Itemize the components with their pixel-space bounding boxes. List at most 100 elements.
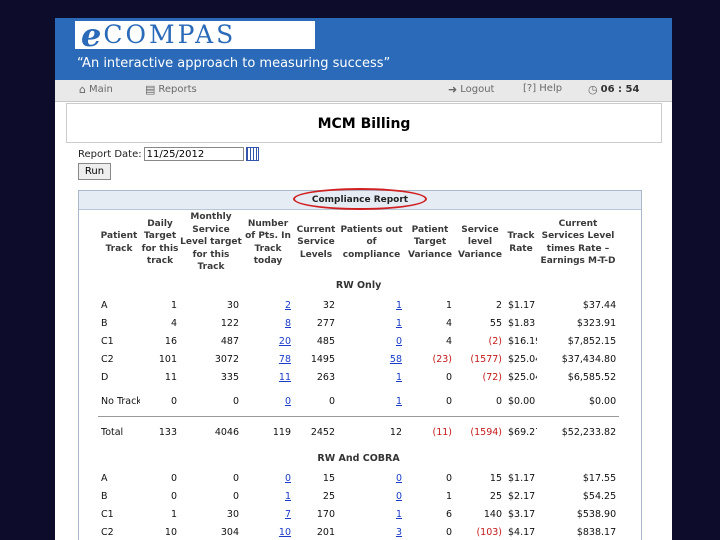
table-cell: 487	[220, 335, 239, 347]
table-row: C1 1 30 7 170 1 6 140 $3.17 $538.90	[98, 505, 619, 523]
table-cell[interactable]: 2	[242, 296, 294, 314]
col-header: Service level Variance	[458, 224, 502, 260]
table-cell: 0	[328, 395, 335, 407]
table-cell: (1577)	[470, 353, 502, 365]
table-cell: 0	[495, 395, 502, 407]
table-cell[interactable]: 7	[242, 505, 294, 523]
table-cell: 0	[445, 472, 452, 484]
table-cell: $2.17	[508, 490, 536, 502]
table-cell: 2452	[294, 416, 338, 447]
table-row: A 1 30 2 32 1 1 2 $1.17 $37.44	[98, 296, 619, 314]
table-cell: $16.19	[508, 335, 537, 347]
table-cell: 30	[226, 299, 239, 311]
table-cell[interactable]: 0	[242, 386, 294, 417]
table-cell: 277	[316, 317, 335, 329]
table-cell: 0	[232, 472, 239, 484]
table-cell: 1	[445, 490, 452, 502]
table-cell: No Track	[101, 395, 140, 407]
table-cell[interactable]: 58	[338, 350, 405, 368]
table-cell: 0	[445, 526, 452, 538]
table-cell[interactable]: 0	[338, 332, 405, 350]
total-row: Total1334046119245212(11)(1594)$69.27$52…	[98, 416, 620, 447]
col-header: Current Services Level times Rate – Earn…	[540, 218, 616, 267]
nav-logout[interactable]: ➜ Logout	[448, 83, 494, 96]
table-row: A 0 0 0 15 0 0 15 $1.17 $17.55	[98, 469, 619, 487]
table-cell: 11	[164, 371, 177, 383]
nav-main[interactable]: ⌂ Main	[79, 83, 113, 96]
col-header: Monthly Service Level target for this Tr…	[180, 212, 242, 273]
timer-value: 06 : 54	[600, 84, 640, 95]
table-cell: 12	[338, 416, 405, 447]
table-cell: 119	[242, 416, 294, 447]
table-cell: 1	[445, 299, 452, 311]
table-cell: (11)	[405, 416, 455, 447]
column-headers: Patient Track Daily Target for this trac…	[98, 212, 619, 273]
table-cell[interactable]: 1	[338, 386, 405, 417]
nav-reports-label: Reports	[158, 84, 197, 95]
table-cell: 2	[495, 299, 502, 311]
table-cell: 0	[170, 490, 177, 502]
col-header: Current Service Levels	[296, 224, 336, 260]
table-cell: 32	[322, 299, 335, 311]
table-cell: 25	[489, 490, 502, 502]
table-cell: $52,233.82	[537, 416, 620, 447]
table-cell: C2	[101, 353, 114, 365]
table-cell: $4.17	[508, 526, 536, 538]
table-cell: 0	[232, 490, 239, 502]
logo-letter: e	[81, 18, 102, 54]
nav-reports[interactable]: ▤ Reports	[145, 83, 197, 96]
table-cell: C1	[101, 508, 114, 520]
table-cell: 170	[316, 508, 335, 520]
table-cell[interactable]: 1	[242, 487, 294, 505]
page-title: MCM Billing	[66, 103, 662, 143]
table-cell: $7,852.15	[567, 335, 617, 347]
table-cell: C2	[101, 526, 114, 538]
table-cell: $538.90	[576, 508, 617, 520]
table-cell: $838.17	[576, 526, 617, 538]
table-cell: D	[101, 371, 109, 383]
table-cell: 4	[445, 317, 452, 329]
document-icon: ▤	[145, 83, 156, 96]
table-cell: 16	[164, 335, 177, 347]
table-cell[interactable]: 0	[338, 469, 405, 487]
report-date-input[interactable]	[143, 147, 244, 161]
table-cell: 4046	[180, 416, 242, 447]
table-cell: $1.83	[508, 317, 536, 329]
table-cell[interactable]: 0	[338, 487, 405, 505]
table-cell: 1	[170, 508, 177, 520]
nav-logout-label: Logout	[460, 84, 495, 95]
table-cell: B	[101, 490, 108, 502]
table-cell[interactable]: 0	[242, 469, 294, 487]
tagline: “An interactive approach to measuring su…	[77, 56, 391, 71]
table-cell[interactable]: 1	[338, 296, 405, 314]
table-cell[interactable]: 10	[242, 523, 294, 540]
table-cell: (103)	[476, 526, 502, 538]
table-row: No Track 0 0 0 0 1 0 0 $0.00 $0.00	[98, 386, 619, 417]
table-cell: 0	[232, 395, 239, 407]
table-cell[interactable]: 8	[242, 314, 294, 332]
table-cell[interactable]: 1	[338, 505, 405, 523]
table-cell: 140	[483, 508, 502, 520]
calendar-icon[interactable]	[245, 147, 259, 161]
section-header-row: RW And COBRA	[98, 447, 619, 469]
table-cell: 0	[170, 472, 177, 484]
table-cell[interactable]: 78	[242, 350, 294, 368]
nav-main-label: Main	[88, 84, 113, 95]
table-cell: 1	[170, 299, 177, 311]
ecompas-logo: e COMPAS	[75, 18, 315, 54]
table-cell[interactable]: 20	[242, 332, 294, 350]
table-cell[interactable]: 3	[338, 523, 405, 540]
table-cell: A	[101, 299, 108, 311]
nav-help[interactable]: [?] Help	[523, 83, 562, 94]
run-button[interactable]: Run	[78, 163, 111, 180]
table-cell[interactable]: 1	[338, 314, 405, 332]
table-cell[interactable]: 1	[338, 368, 405, 386]
table-cell: (72)	[482, 371, 502, 383]
home-icon: ⌂	[79, 83, 86, 96]
highlight-oval	[293, 188, 427, 210]
col-header: Patients out of compliance	[340, 224, 403, 260]
table-cell: 55	[489, 317, 502, 329]
table-cell: 3072	[214, 353, 239, 365]
table-cell: $54.25	[582, 490, 617, 502]
table-cell[interactable]: 11	[242, 368, 294, 386]
